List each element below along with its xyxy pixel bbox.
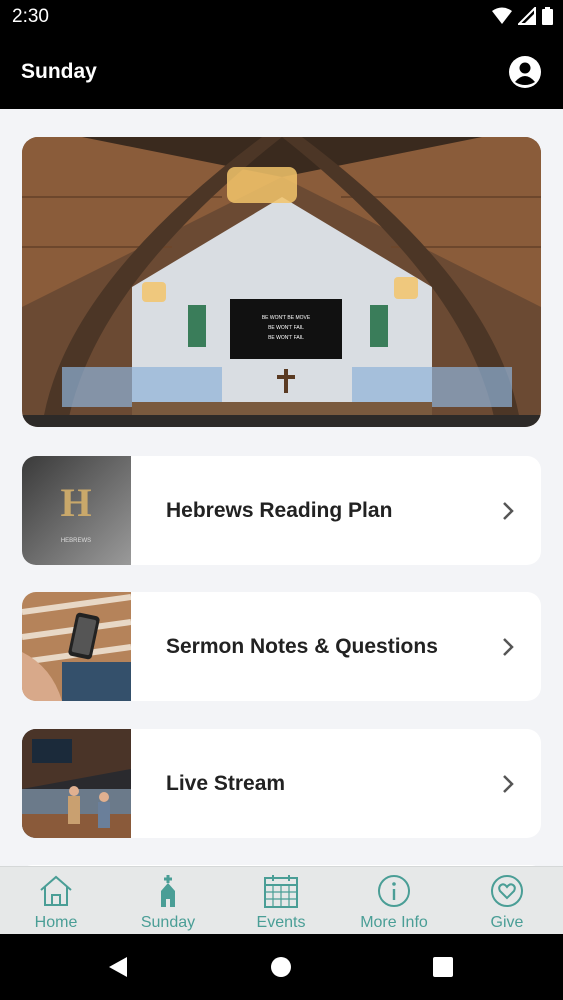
bottom-tab-bar: Home Sunday Events More Info Give bbox=[0, 866, 563, 935]
status-icons bbox=[492, 7, 553, 25]
hero-screen-line-2: BE WON'T FAIL bbox=[268, 325, 304, 331]
heart-icon bbox=[491, 875, 523, 907]
tab-give[interactable]: Give bbox=[451, 867, 563, 935]
status-bar: 2:30 bbox=[0, 0, 563, 34]
back-icon[interactable] bbox=[107, 956, 129, 978]
card-label: Live Stream bbox=[166, 772, 286, 795]
calendar-icon bbox=[264, 875, 298, 908]
profile-icon[interactable] bbox=[509, 56, 541, 88]
system-nav-bar bbox=[0, 934, 563, 1000]
home-icon bbox=[40, 875, 72, 906]
tab-more-info[interactable]: More Info bbox=[338, 867, 450, 935]
tab-label: Sunday bbox=[140, 914, 196, 931]
card-label: Hebrews Reading Plan bbox=[166, 499, 393, 522]
chevron-right-icon bbox=[503, 638, 514, 656]
church-sanctuary-image: BE WON'T BE MOVE BE WON'T FAIL BE WON'T … bbox=[22, 137, 541, 427]
home-nav-icon[interactable] bbox=[271, 957, 291, 977]
sermon-notes-thumbnail bbox=[22, 592, 131, 701]
hebrews-thumb-text: HEBREWS bbox=[61, 538, 91, 544]
info-icon bbox=[378, 875, 410, 907]
card-live-stream[interactable]: Live Stream bbox=[22, 729, 541, 838]
church-icon bbox=[161, 875, 175, 907]
tab-home[interactable]: Home bbox=[0, 867, 112, 935]
signal-icon bbox=[518, 7, 536, 25]
tab-label: Events bbox=[256, 914, 306, 931]
card-sermon-notes[interactable]: Sermon Notes & Questions bbox=[22, 592, 541, 701]
tab-label: Give bbox=[490, 914, 524, 931]
card-label: Sermon Notes & Questions bbox=[166, 635, 438, 658]
content-area: BE WON'T BE MOVE BE WON'T FAIL BE WON'T … bbox=[0, 109, 563, 866]
page-title: Sunday bbox=[21, 60, 97, 83]
hero-screen-line-1: BE WON'T BE MOVE bbox=[262, 315, 311, 321]
recents-icon[interactable] bbox=[433, 957, 453, 977]
card-hebrews-reading-plan[interactable]: H HEBREWS Hebrews Reading Plan bbox=[22, 456, 541, 565]
wifi-icon bbox=[492, 7, 512, 24]
svg-text:H: H bbox=[60, 480, 91, 525]
tab-events[interactable]: Events bbox=[225, 867, 337, 935]
tab-label: More Info bbox=[360, 914, 428, 931]
hebrews-thumbnail: H HEBREWS bbox=[22, 456, 131, 565]
battery-icon bbox=[542, 7, 553, 25]
tab-label: Home bbox=[34, 914, 78, 931]
hero-screen-line-3: BE WON'T FAIL bbox=[268, 335, 304, 341]
chevron-right-icon bbox=[503, 775, 514, 793]
tab-sunday[interactable]: Sunday bbox=[112, 867, 224, 935]
live-stream-thumbnail bbox=[22, 729, 131, 838]
status-time: 2:30 bbox=[12, 6, 49, 27]
hero-image[interactable]: BE WON'T BE MOVE BE WON'T FAIL BE WON'T … bbox=[22, 137, 541, 427]
chevron-right-icon bbox=[503, 502, 514, 520]
app-header: Sunday bbox=[0, 34, 563, 109]
